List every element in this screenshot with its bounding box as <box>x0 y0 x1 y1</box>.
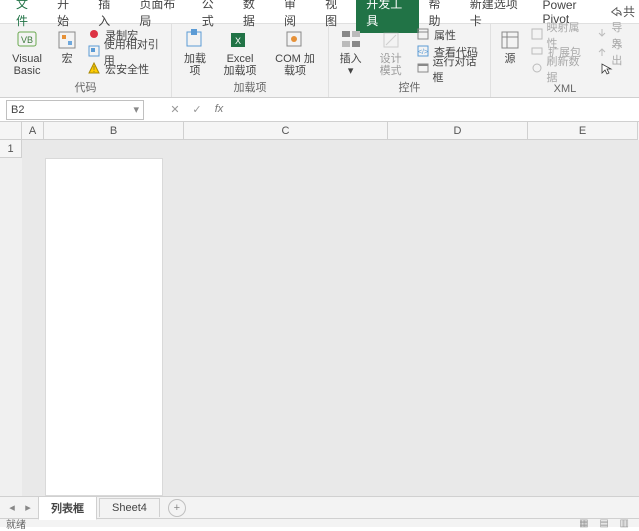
properties-button[interactable]: 属性 <box>415 27 484 43</box>
group-addins-label: 加载项 <box>234 79 267 96</box>
share-icon <box>609 5 623 19</box>
accept-formula-button[interactable]: ✓ <box>190 103 204 116</box>
excel-addins-button[interactable]: X Excel 加载项 <box>218 27 262 79</box>
excel-addins-icon: X <box>229 29 251 51</box>
svg-text:VB: VB <box>21 35 33 45</box>
group-xml-label: XML <box>554 83 577 96</box>
design-mode-button[interactable]: 设计模式 <box>372 27 409 79</box>
group-code: VB Visual Basic 宏 录制宏 使用相对引用 <box>0 24 172 97</box>
menu-tabs: 文件 开始 插入 页面布局 公式 数据 审阅 视图 开发工具 帮助 新建选项卡 … <box>0 0 639 24</box>
ribbon: VB Visual Basic 宏 录制宏 使用相对引用 <box>0 24 639 98</box>
export-icon <box>596 45 608 59</box>
status-text: 就绪 <box>6 516 26 531</box>
xml-source-button[interactable]: 源 <box>497 27 523 67</box>
record-icon <box>88 28 102 42</box>
relative-ref-button[interactable]: 使用相对引用 <box>86 44 165 60</box>
group-addins: 加载项 X Excel 加载项 COM 加载项 加载项 <box>172 24 329 97</box>
cursor-icon <box>600 62 614 76</box>
row-headers: 1 <box>0 140 22 158</box>
sheet-tab-active[interactable]: 列表框 <box>38 496 97 520</box>
svg-text:!: ! <box>93 65 95 74</box>
addins-icon <box>184 29 206 51</box>
fx-button[interactable]: fx <box>212 103 226 116</box>
col-C[interactable]: C <box>184 122 388 140</box>
view-code-icon: </> <box>417 45 431 59</box>
run-dialog-icon <box>417 62 430 76</box>
macro-button[interactable]: 宏 <box>54 27 80 67</box>
worksheet-area[interactable]: A B C D E 1 <box>0 122 639 496</box>
new-sheet-button[interactable]: + <box>168 499 186 517</box>
col-B[interactable]: B <box>44 122 184 140</box>
row-1[interactable]: 1 <box>0 140 22 158</box>
xml-source-icon <box>499 29 521 51</box>
embedded-listbox[interactable] <box>45 158 163 496</box>
sheet-nav-next[interactable]: ▸ <box>20 501 36 514</box>
refresh-icon <box>531 62 544 76</box>
col-D[interactable]: D <box>388 122 528 140</box>
share-button[interactable]: 共 <box>609 3 639 20</box>
svg-text:</>: </> <box>418 49 428 56</box>
warning-icon: ! <box>88 62 102 76</box>
sheet-nav-prev[interactable]: ◂ <box>4 501 20 514</box>
relative-ref-icon <box>88 45 101 59</box>
expansion-icon <box>531 45 545 59</box>
select-all-corner[interactable] <box>0 122 22 140</box>
group-controls-label: 控件 <box>398 79 420 96</box>
visual-basic-icon: VB <box>16 29 38 51</box>
group-code-label: 代码 <box>75 79 97 96</box>
com-addins-icon <box>284 29 306 51</box>
column-headers: A B C D E <box>0 122 639 140</box>
addins-button[interactable]: 加载项 <box>178 27 212 79</box>
group-controls: 插入▾ 设计模式 属性 </> 查看代码 运行对话框 <box>329 24 491 97</box>
chevron-down-icon: ▾ <box>133 103 139 116</box>
map-properties-icon <box>531 28 544 42</box>
col-A[interactable]: A <box>22 122 44 140</box>
export-button[interactable]: 导出 <box>594 44 633 60</box>
refresh-data-button[interactable]: 刷新数据 <box>529 61 588 77</box>
name-box[interactable]: B2 ▾ <box>6 100 144 120</box>
design-mode-icon <box>380 29 402 51</box>
properties-icon <box>417 28 431 42</box>
com-addins-button[interactable]: COM 加载项 <box>268 27 322 79</box>
cancel-formula-button[interactable]: ✕ <box>168 103 182 116</box>
insert-control-button[interactable]: 插入▾ <box>335 27 366 79</box>
visual-basic-button[interactable]: VB Visual Basic <box>6 27 48 79</box>
col-E[interactable]: E <box>528 122 638 140</box>
macro-icon <box>56 29 78 51</box>
insert-control-icon <box>340 29 362 51</box>
svg-text:X: X <box>235 36 241 46</box>
run-dialog-button[interactable]: 运行对话框 <box>415 61 484 77</box>
macro-security-button[interactable]: ! 宏安全性 <box>86 61 165 77</box>
sheet-tab-other[interactable]: Sheet4 <box>99 498 160 517</box>
sheet-tab-bar: ◂ ▸ 列表框 Sheet4 + <box>0 496 639 518</box>
import-icon <box>596 28 608 42</box>
map-properties-button[interactable]: 映射属性 <box>529 27 588 43</box>
formula-bar-row: B2 ▾ ✕ ✓ fx <box>0 98 639 122</box>
group-xml: 源 映射属性 扩展包 刷新数据 导入 <box>491 24 639 97</box>
